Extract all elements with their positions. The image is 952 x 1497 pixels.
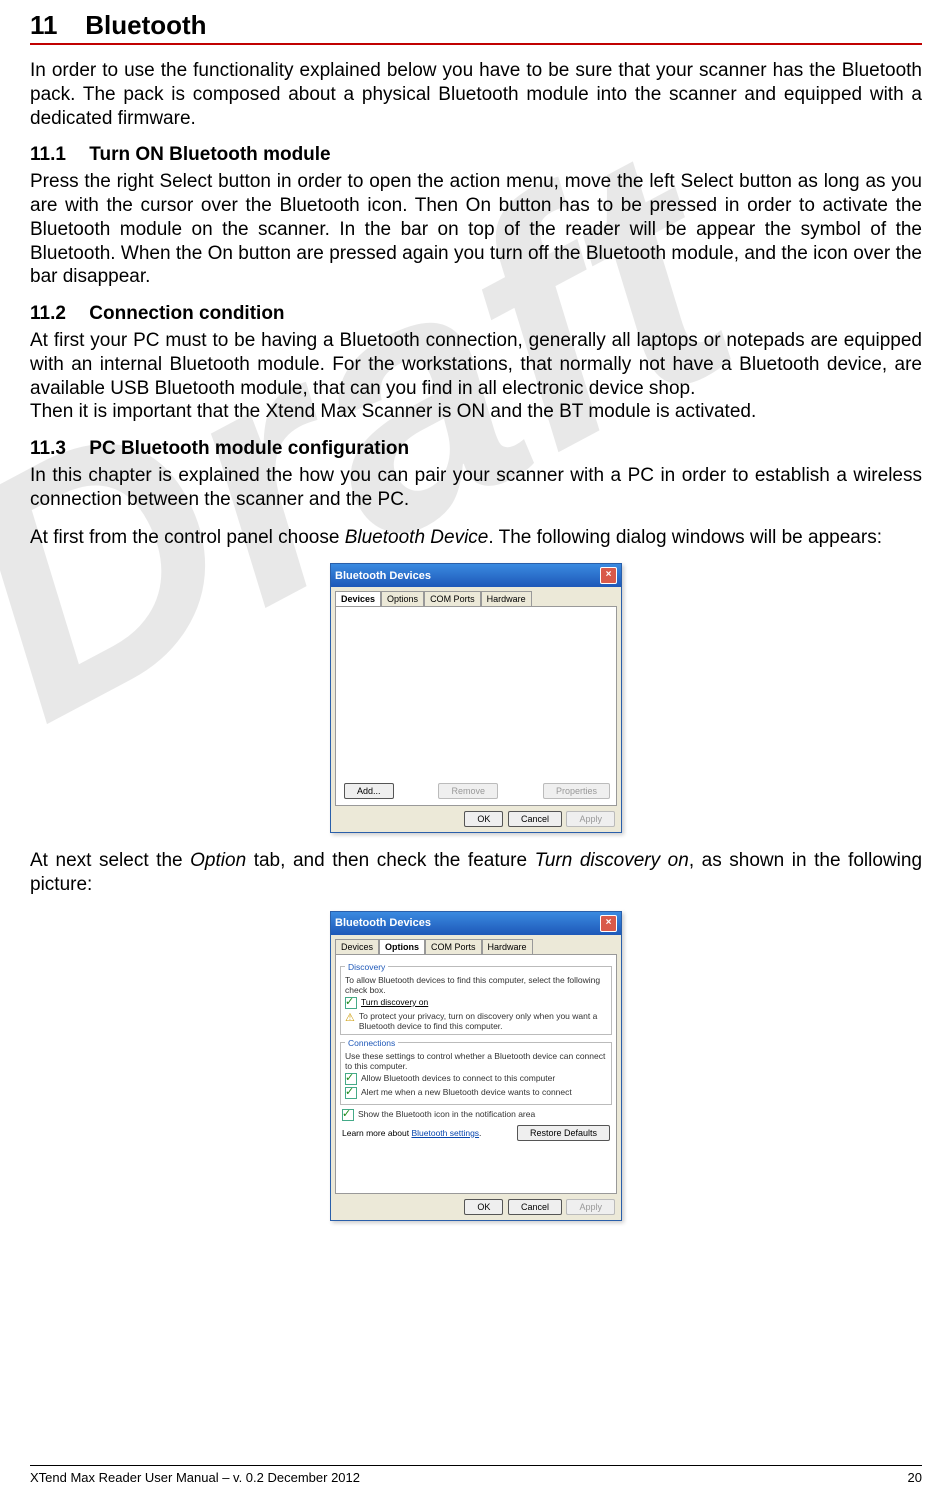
show-icon-checkbox[interactable] [342,1109,354,1121]
discovery-legend: Discovery [345,962,388,972]
cancel-button[interactable]: Cancel [508,1199,562,1215]
remove-button[interactable]: Remove [438,783,498,799]
dialog-tabs: Devices Options COM Ports Hardware [331,587,621,606]
bluetooth-settings-link[interactable]: Bluetooth settings [411,1128,479,1138]
dialog-tabs: Devices Options COM Ports Hardware [331,935,621,954]
section-11-3-body-1: In this chapter is explained the how you… [30,464,922,512]
tab-com-ports[interactable]: COM Ports [424,591,481,606]
section-title: Turn ON Bluetooth module [89,144,330,165]
dialog-bottom-buttons: OK Cancel Apply [331,1194,621,1220]
bluetooth-devices-dialog-options: Bluetooth Devices × Devices Options COM … [330,911,622,1221]
tab-com-ports[interactable]: COM Ports [425,939,482,954]
turn-discovery-on-checkbox[interactable] [345,997,357,1009]
section-11-1-heading: 11.1 Turn ON Bluetooth module [30,144,922,166]
discovery-fieldset: Discovery To allow Bluetooth devices to … [340,962,612,1035]
tab-devices[interactable]: Devices [335,939,379,954]
intro-paragraph: In order to use the functionality explai… [30,59,922,130]
ok-button[interactable]: OK [464,811,503,827]
apply-button[interactable]: Apply [566,811,615,827]
section-11-3-body-2: At first from the control panel choose B… [30,526,922,550]
alert-new-device-label: Alert me when a new Bluetooth device wan… [361,1087,572,1097]
heading-underline [30,43,922,45]
dialog-title: Bluetooth Devices [335,917,431,929]
chapter-heading: 11 Bluetooth [30,10,922,41]
properties-button[interactable]: Properties [543,783,610,799]
tab-options[interactable]: Options [381,591,424,606]
chapter-number: 11 [30,10,78,41]
tab-options[interactable]: Options [379,939,425,954]
warning-icon: ⚠ [345,1011,355,1024]
tab-hardware[interactable]: Hardware [481,591,532,606]
close-icon[interactable]: × [600,567,617,584]
allow-connect-checkbox[interactable] [345,1073,357,1085]
connections-fieldset: Connections Use these settings to contro… [340,1038,612,1105]
section-number: 11.1 [30,144,84,166]
allow-connect-label: Allow Bluetooth devices to connect to th… [361,1073,555,1083]
restore-defaults-button[interactable]: Restore Defaults [517,1125,610,1141]
section-title: Connection condition [89,303,284,324]
dialog-bottom-buttons: OK Cancel Apply [331,806,621,832]
dialog-title: Bluetooth Devices [335,570,431,582]
dialog-title-bar: Bluetooth Devices × [331,564,621,587]
cancel-button[interactable]: Cancel [508,811,562,827]
close-icon[interactable]: × [600,915,617,932]
footer-page-number: 20 [908,1470,922,1485]
discovery-text: To allow Bluetooth devices to find this … [345,975,607,995]
section-11-1-body: Press the right Select button in order t… [30,170,922,289]
section-11-2-heading: 11.2 Connection condition [30,303,922,325]
dialog-title-bar: Bluetooth Devices × [331,912,621,935]
section-11-3-heading: 11.3 PC Bluetooth module configuration [30,438,922,460]
chapter-title: Bluetooth [85,10,206,40]
tab-devices[interactable]: Devices [335,591,381,606]
alert-new-device-checkbox[interactable] [345,1087,357,1099]
connections-legend: Connections [345,1038,398,1048]
bluetooth-devices-dialog-devices: Bluetooth Devices × Devices Options COM … [330,563,622,833]
tab-hardware[interactable]: Hardware [482,939,533,954]
section-number: 11.3 [30,438,84,460]
apply-button[interactable]: Apply [566,1199,615,1215]
section-number: 11.2 [30,303,84,325]
add-button[interactable]: Add... [344,783,394,799]
section-title: PC Bluetooth module configuration [89,438,409,459]
footer-left: XTend Max Reader User Manual – v. 0.2 De… [30,1470,360,1485]
section-11-2-body-1: At first your PC must to be having a Blu… [30,329,922,400]
discovery-warning: To protect your privacy, turn on discove… [359,1011,607,1031]
section-11-3-body-3: At next select the Option tab, and then … [30,849,922,897]
show-icon-label: Show the Bluetooth icon in the notificat… [358,1109,535,1119]
options-panel: Discovery To allow Bluetooth devices to … [335,954,617,1194]
ok-button[interactable]: OK [464,1199,503,1215]
turn-discovery-on-label: Turn discovery on [361,997,428,1007]
connections-text: Use these settings to control whether a … [345,1051,607,1071]
page-footer: XTend Max Reader User Manual – v. 0.2 De… [30,1465,922,1485]
devices-panel: Add... Remove Properties [335,606,617,806]
section-11-2-body-2: Then it is important that the Xtend Max … [30,400,922,424]
learn-more-text: Learn more about Bluetooth settings. [342,1128,481,1138]
